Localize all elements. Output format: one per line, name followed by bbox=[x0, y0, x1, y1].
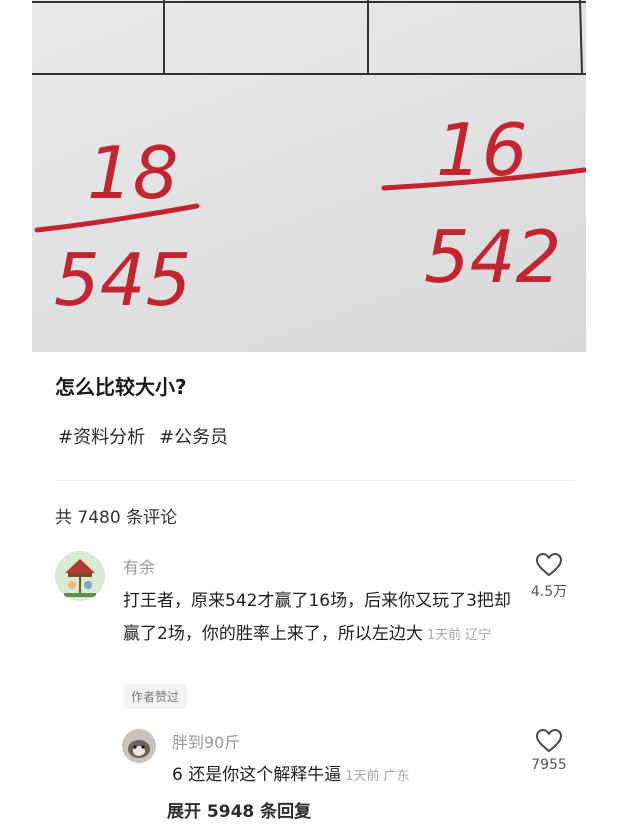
post-image[interactable]: 18 545 16 542 bbox=[32, 0, 586, 352]
post-title: 怎么比较大小? bbox=[55, 375, 187, 399]
right-denominator: 542 bbox=[424, 215, 561, 299]
reply-like-button[interactable]: 7955 bbox=[519, 729, 579, 773]
heart-outline-icon bbox=[536, 729, 562, 753]
comment-count: 共 7480 条评论 bbox=[55, 508, 178, 528]
like-count: 4.5万 bbox=[530, 584, 568, 600]
heart-outline-icon bbox=[536, 553, 562, 577]
comment-time: 1天前 bbox=[426, 628, 462, 643]
expand-replies-button[interactable]: 展开 5948 条回复 bbox=[167, 797, 311, 822]
reply-username[interactable]: 胖到90斤 bbox=[172, 729, 240, 753]
post-tags: #资料分析 #公务员 bbox=[58, 423, 228, 449]
tag-data-analysis[interactable]: #资料分析 bbox=[58, 423, 145, 449]
section-divider bbox=[55, 480, 575, 481]
left-numerator: 18 bbox=[87, 131, 179, 215]
comment-username[interactable]: 有余 bbox=[123, 554, 155, 578]
tag-civil-servant[interactable]: #公务员 bbox=[159, 423, 228, 449]
like-button[interactable]: 4.5万 bbox=[519, 553, 579, 601]
reply-location: 广东 bbox=[383, 769, 410, 784]
left-denominator: 545 bbox=[54, 238, 191, 322]
cat-avatar-icon[interactable] bbox=[122, 729, 156, 763]
handwritten-fractions-illustration: 18 545 16 542 bbox=[32, 0, 586, 322]
reply-text: 6 还是你这个解释牛逼 1天前 广东 bbox=[172, 760, 410, 785]
reply-body: 6 还是你这个解释牛逼 bbox=[172, 765, 342, 785]
carousel-avatar-icon[interactable] bbox=[55, 551, 105, 601]
author-liked-badge: 作者赞过 bbox=[123, 684, 188, 709]
reply-time: 1天前 bbox=[345, 769, 380, 784]
comment-text: 打王者，原来542才赢了16场，后来你又玩了3把却赢了2场，你的胜率上来了，所以… bbox=[123, 585, 513, 652]
comment-location: 辽宁 bbox=[465, 628, 492, 643]
reply-like-count: 7955 bbox=[531, 757, 567, 773]
